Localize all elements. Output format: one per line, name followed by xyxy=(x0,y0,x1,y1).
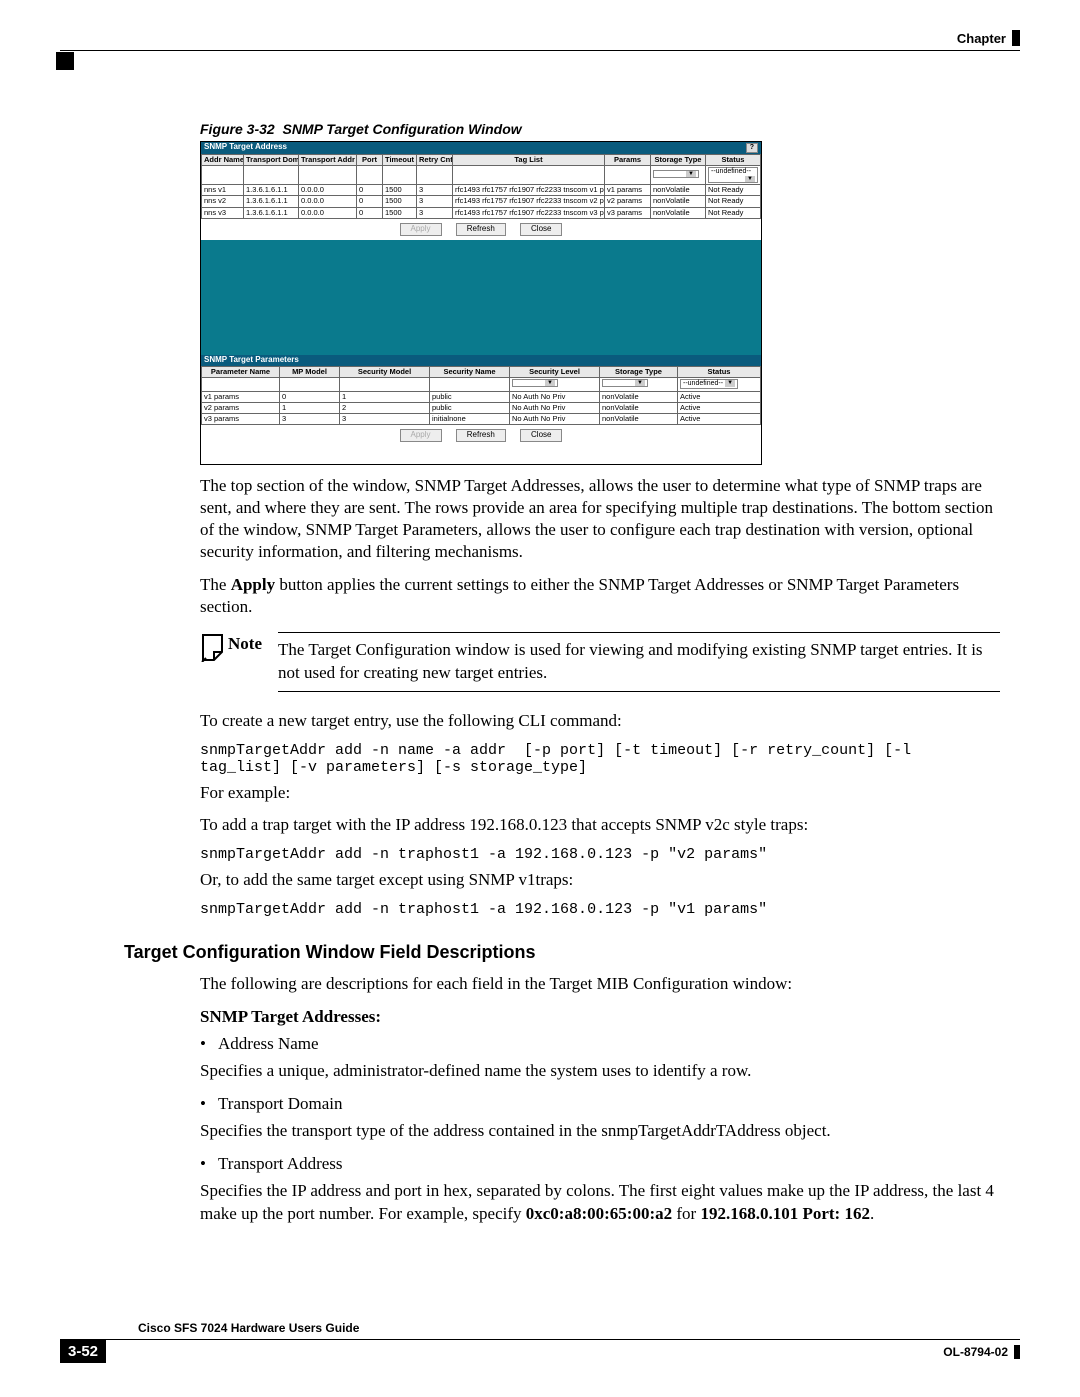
status-dropdown[interactable]: --undefined--▼ xyxy=(680,379,738,389)
window-spacer xyxy=(201,240,761,355)
chapter-label: Chapter xyxy=(957,31,1006,46)
paragraph: To create a new target entry, use the fo… xyxy=(200,710,1000,732)
refresh-button[interactable]: Refresh xyxy=(456,429,506,442)
table-header-row: Parameter NameMP Model Security ModelSec… xyxy=(202,366,761,377)
list-item: Address Name Specifies a unique, adminis… xyxy=(200,1033,1000,1083)
storage-type-dropdown[interactable]: ▼ xyxy=(602,379,648,388)
list-item: Transport Domain Specifies the transport… xyxy=(200,1093,1000,1143)
snmp-config-window: SNMP Target Address ? Addr NameTransport… xyxy=(200,141,762,465)
field-list: Address Name Specifies a unique, adminis… xyxy=(200,1033,1000,1226)
window-titlebar-addresses: SNMP Target Address ? xyxy=(201,142,761,154)
page-marker-square xyxy=(56,52,74,70)
table-row[interactable]: nns v21.3.6.1.6.1.1 0.0.0.00 15003 rfc14… xyxy=(202,196,761,207)
code-block: snmpTargetAddr add -n traphost1 -a 192.1… xyxy=(200,901,1000,918)
table-row[interactable]: v3 params3 3initialnone No Auth No Privn… xyxy=(202,414,761,425)
target-params-table: Parameter NameMP Model Security ModelSec… xyxy=(201,366,761,426)
help-button[interactable]: ? xyxy=(746,143,758,153)
note-icon xyxy=(200,632,228,662)
apply-button[interactable]: Apply xyxy=(400,429,442,442)
table-row[interactable]: nns v11.3.6.1.6.1.1 0.0.0.00 15003 rfc14… xyxy=(202,185,761,196)
figure-caption: Figure 3-32 SNMP Target Configuration Wi… xyxy=(200,121,1000,137)
page-number: 3-52 xyxy=(60,1340,106,1363)
section-heading: Target Configuration Window Field Descri… xyxy=(124,942,1000,963)
paragraph: For example: xyxy=(200,782,1000,804)
table-header-row: Addr NameTransport Dom Transport AddrPor… xyxy=(202,154,761,165)
page-header: Chapter xyxy=(60,30,1020,46)
storage-type-dropdown[interactable]: ▼ xyxy=(653,170,699,179)
page-footer: Cisco SFS 7024 Hardware Users Guide 3-52… xyxy=(60,1319,1020,1363)
paragraph: Or, to add the same target except using … xyxy=(200,869,1000,891)
table-row[interactable]: v1 params0 1public No Auth No PrivnonVol… xyxy=(202,391,761,402)
book-title: Cisco SFS 7024 Hardware Users Guide xyxy=(138,1321,1020,1335)
filter-row[interactable]: ▼ --undefined--▼ xyxy=(202,165,761,184)
window-titlebar-params: SNMP Target Parameters xyxy=(201,355,761,366)
code-block: snmpTargetAddr add -n name -a addr [-p p… xyxy=(200,742,1000,776)
table-row[interactable]: nns v31.3.6.1.6.1.1 0.0.0.00 15003 rfc14… xyxy=(202,207,761,218)
close-button[interactable]: Close xyxy=(520,429,562,442)
code-block: snmpTargetAddr add -n traphost1 -a 192.1… xyxy=(200,846,1000,863)
note-label: Note xyxy=(228,632,278,654)
address-buttons: Apply Refresh Close xyxy=(201,219,761,240)
note-text: The Target Configuration window is used … xyxy=(278,632,1000,692)
paragraph: The top section of the window, SNMP Targ… xyxy=(200,475,1000,563)
header-rule xyxy=(60,50,1020,51)
paragraph: The Apply button applies the current set… xyxy=(200,574,1000,618)
list-item: Transport Address Specifies the IP addre… xyxy=(200,1153,1000,1226)
paragraph: The following are descriptions for each … xyxy=(200,973,1000,995)
target-address-table: Addr NameTransport Dom Transport AddrPor… xyxy=(201,154,761,219)
header-end-block xyxy=(1012,30,1020,46)
close-button[interactable]: Close xyxy=(520,223,562,236)
status-dropdown[interactable]: --undefined--▼ xyxy=(708,167,758,183)
params-buttons: Apply Refresh Close xyxy=(201,425,761,446)
security-level-dropdown[interactable]: ▼ xyxy=(512,379,558,388)
sub-heading: SNMP Target Addresses: xyxy=(200,1007,1000,1027)
document-id: OL-8794-02 xyxy=(943,1345,1020,1359)
filter-row[interactable]: ▼ ▼ --undefined--▼ xyxy=(202,377,761,391)
refresh-button[interactable]: Refresh xyxy=(456,223,506,236)
apply-button[interactable]: Apply xyxy=(400,223,442,236)
note-block: Note The Target Configuration window is … xyxy=(200,632,1000,692)
paragraph: To add a trap target with the IP address… xyxy=(200,814,1000,836)
table-row[interactable]: v2 params1 2public No Auth No PrivnonVol… xyxy=(202,402,761,413)
